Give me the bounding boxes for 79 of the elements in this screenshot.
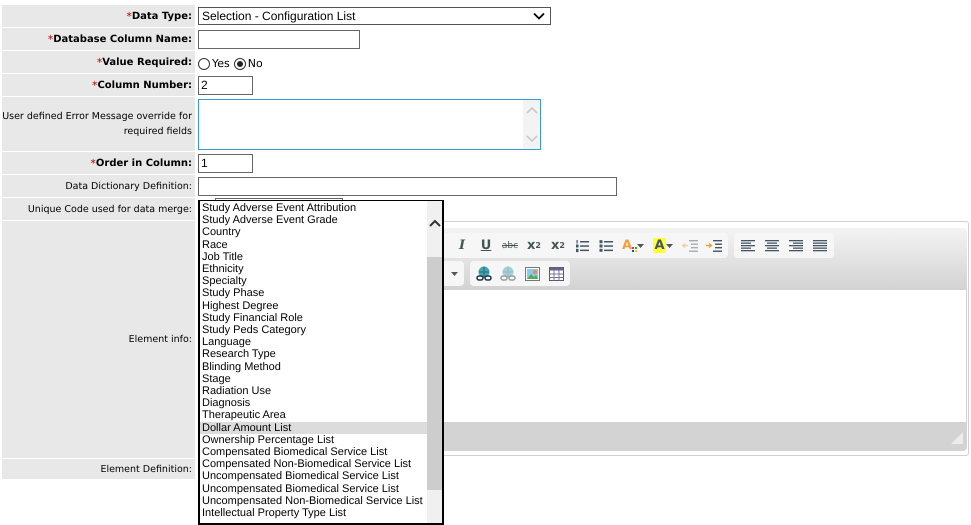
dropdown-option[interactable]: Blinding Method	[200, 360, 427, 373]
unlink-icon	[500, 266, 516, 282]
dropdown-option[interactable]: Compensated Non-Biomedical Service List	[200, 458, 427, 470]
field-label: *Data Type:	[2, 5, 195, 27]
dropdown-option[interactable]: Intellectual Property Type List	[200, 507, 427, 520]
table-icon	[548, 266, 564, 280]
strike-button[interactable]: abc	[498, 235, 522, 256]
background-color-button[interactable]: A	[648, 235, 678, 256]
color-dots-icon	[632, 247, 638, 252]
link-icon	[476, 266, 492, 282]
field-label: *Database Column Name:	[2, 28, 195, 50]
indent-icon	[706, 238, 722, 252]
dropdown-option[interactable]: Research Type	[200, 348, 427, 361]
dropdown-option[interactable]: Uncompensated Biomedical Service List	[200, 482, 427, 495]
required-marker: *	[48, 32, 54, 46]
dropdown-option[interactable]: Uncompensated Biomedical Service List	[200, 470, 427, 483]
input-field[interactable]: 1	[198, 154, 253, 172]
numbered-list-icon	[575, 238, 589, 252]
data-type-select[interactable]: Selection - Configuration List	[198, 7, 551, 25]
superscript-button[interactable]: x$^{2}$	[546, 235, 570, 256]
input-field[interactable]	[198, 176, 617, 196]
dropdown-option[interactable]: Job Title	[200, 250, 427, 264]
dropdown-option[interactable]: Ownership Percentage List	[200, 434, 427, 446]
dropdown-option[interactable]: Specialty	[200, 275, 427, 288]
required-marker: *	[92, 78, 98, 92]
required-marker: *	[96, 54, 102, 70]
radio-button[interactable]	[198, 58, 210, 70]
field-label: Data Dictionary Definition:	[2, 175, 195, 197]
scroll-down-icon	[526, 134, 538, 142]
dropdown-option[interactable]: Country	[200, 226, 427, 239]
dropdown-option[interactable]: Study Adverse Event Grade	[200, 214, 427, 226]
radio-label: Yes	[212, 57, 230, 70]
radio-label: No	[248, 57, 263, 70]
dropdown-option[interactable]: Radiation Use	[200, 385, 427, 398]
italic-button[interactable]: I	[450, 235, 474, 256]
dropdown-option[interactable]: Study Adverse Event Attribution	[200, 202, 427, 214]
bullet-list-icon	[599, 238, 613, 252]
dropdown-option[interactable]: Ethnicity	[200, 263, 427, 276]
dropdown-option[interactable]: Highest Degree	[200, 300, 427, 312]
dropdown-option[interactable]: Compensated Biomedical Service List	[200, 446, 427, 458]
field-label: Element Definition:	[2, 459, 195, 479]
dropdown-option[interactable]: Stage	[200, 372, 427, 386]
dropdown-option[interactable]: Language	[200, 336, 427, 348]
field-label: *Order in Column:	[2, 152, 195, 174]
dropdown-option[interactable]: Diagnosis	[200, 397, 427, 410]
scroll-up-icon	[428, 219, 440, 227]
dropdown-option[interactable]: Study Phase	[200, 287, 427, 300]
align-left-icon	[741, 240, 755, 252]
dropdown-option[interactable]: Dollar Amount List	[200, 422, 427, 434]
image-icon	[524, 266, 540, 280]
dropdown-option[interactable]: Race	[200, 238, 427, 251]
outdent-icon	[682, 238, 698, 252]
caret-icon	[666, 244, 673, 248]
field-label: Unique Code used for data merge:	[2, 198, 195, 220]
dropdown-option[interactable]: Therapeutic Area	[200, 409, 427, 422]
dropdown-option[interactable]: Uncompensated Non-Biomedical Service List	[200, 494, 427, 508]
caret-icon	[637, 244, 644, 248]
field-label: Element info:	[2, 221, 195, 458]
chevron-down-icon	[533, 12, 545, 20]
required-marker: *	[126, 8, 132, 24]
scrollbar[interactable]	[427, 201, 442, 523]
field-label: *Value Required:	[2, 51, 195, 73]
field-label: *Column Number:	[2, 74, 195, 96]
radio-button[interactable]	[234, 58, 246, 70]
dropdown-option[interactable]: Study Peds Category	[200, 324, 427, 336]
underline-button[interactable]: U	[474, 235, 498, 256]
caret-icon	[451, 272, 458, 276]
input-field[interactable]: 2	[198, 76, 253, 94]
text-area[interactable]	[198, 98, 541, 150]
align-right-icon	[789, 240, 803, 252]
dropdown-option[interactable]: Study Financial Role	[200, 312, 427, 324]
required-marker: *	[90, 156, 96, 170]
input-field[interactable]	[198, 30, 360, 48]
align-center-icon	[765, 240, 779, 252]
scroll-up-icon	[526, 106, 538, 114]
scrollbar-thumb[interactable]	[427, 257, 442, 490]
justify-icon	[813, 240, 827, 252]
resize-handle-icon[interactable]	[951, 432, 963, 444]
field-label: User defined Error Message override for required fields	[2, 97, 195, 151]
